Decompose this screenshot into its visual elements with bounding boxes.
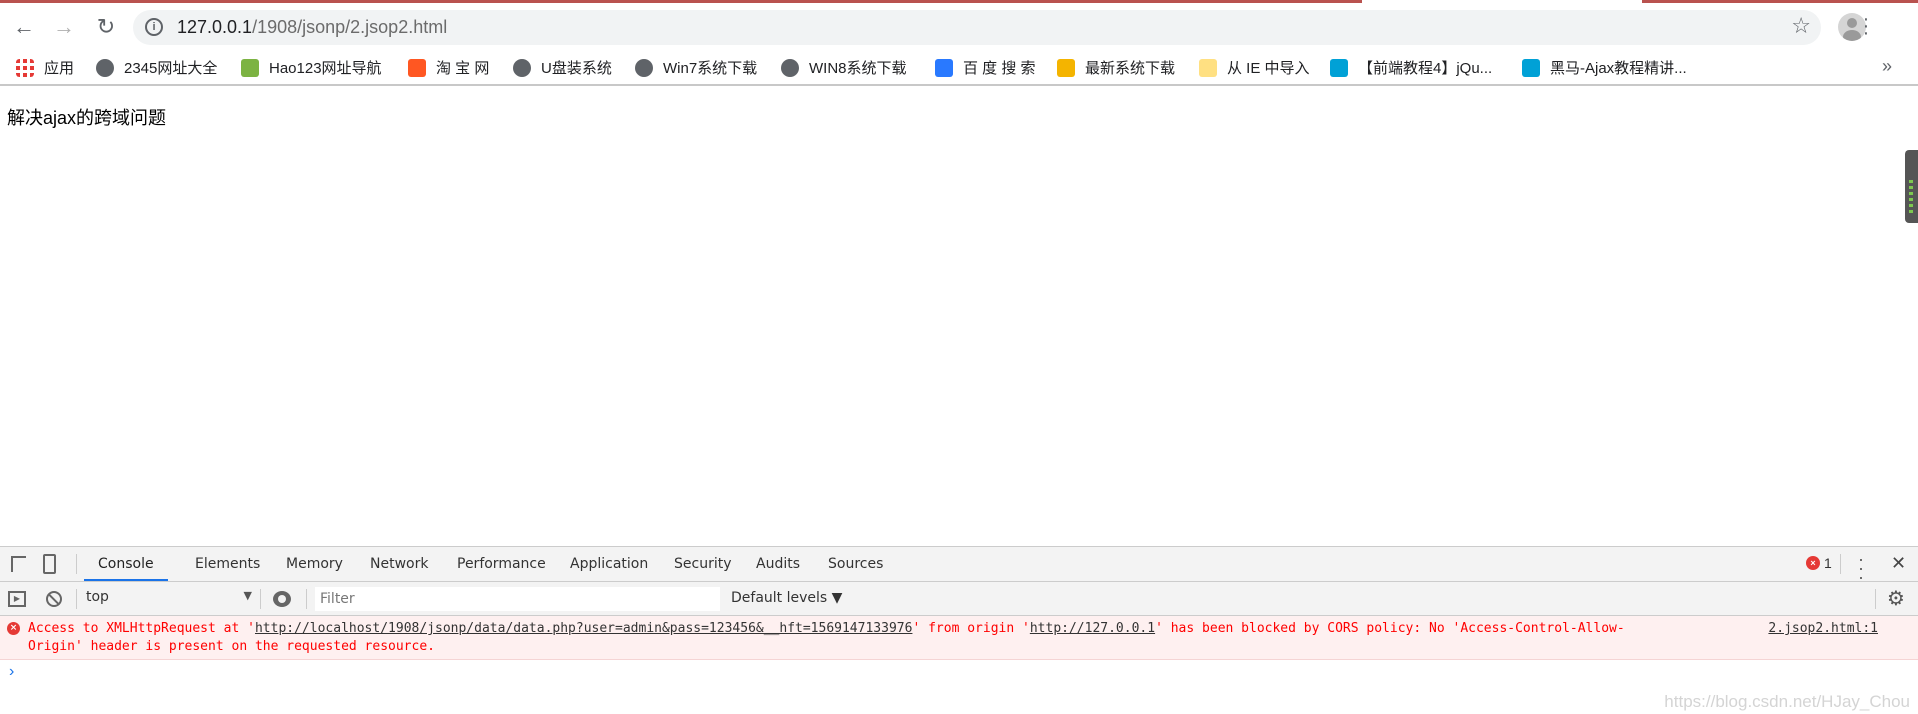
info-icon[interactable]: i bbox=[145, 18, 163, 36]
log-levels-dropdown[interactable]: Default levels ▼ bbox=[731, 590, 842, 606]
address-bar[interactable]: i 127.0.0.1/1908/jsonp/2.jsop2.html ☆ bbox=[133, 10, 1821, 45]
sidebar-toggle-icon[interactable]: ▶ bbox=[8, 591, 26, 607]
bookmark-label: Hao123网址导航 bbox=[269, 60, 382, 77]
url-path: /1908/jsonp/2.jsop2.html bbox=[252, 17, 448, 37]
error-icon: × bbox=[7, 622, 20, 635]
bookmark-item[interactable]: WIN8系统下载 bbox=[781, 57, 907, 78]
error-text: ' has been blocked by CORS policy: No 'A… bbox=[1155, 621, 1625, 636]
bookmark-label: 2345网址大全 bbox=[124, 60, 218, 77]
forward-button[interactable]: → bbox=[48, 11, 80, 43]
bookmark-label: 最新系统下载 bbox=[1085, 60, 1176, 77]
filter-input[interactable]: Filter bbox=[315, 587, 720, 611]
tab-application[interactable]: Application bbox=[570, 547, 648, 581]
tab-security[interactable]: Security bbox=[674, 547, 732, 581]
devtools-panel: × 1 · · · ✕ Console Elements Memory Network Pe… bbox=[0, 546, 1918, 714]
bookmark-item[interactable]: U盘装系统 bbox=[513, 57, 612, 78]
tab-sources[interactable]: Sources bbox=[828, 547, 883, 581]
browser-toolbar: ← → ↻ i 127.0.0.1/1908/jsonp/2.jsop2.htm… bbox=[0, 3, 1918, 49]
tab-network[interactable]: Network bbox=[370, 547, 428, 581]
more-bookmarks-button[interactable]: » bbox=[1882, 56, 1892, 77]
bookmark-item[interactable]: 淘 宝 网 bbox=[408, 57, 489, 78]
bookmark-star-icon[interactable]: ☆ bbox=[1791, 13, 1811, 39]
clear-console-icon[interactable] bbox=[46, 591, 62, 607]
windows-logo-icon bbox=[1057, 58, 1075, 77]
bookmark-item[interactable]: 【前端教程4】jQu... bbox=[1330, 57, 1492, 78]
bookmark-label: 百 度 搜 索 bbox=[963, 60, 1036, 77]
origin-link[interactable]: http://127.0.0.1 bbox=[1030, 621, 1155, 636]
watermark: https://blog.csdn.net/HJay_Chou bbox=[1664, 692, 1910, 711]
error-count[interactable]: 1 bbox=[1824, 555, 1832, 571]
bookmark-item[interactable]: Hao123网址导航 bbox=[241, 57, 382, 78]
bookmark-item[interactable]: 黑马-Ajax教程精讲... bbox=[1522, 57, 1687, 78]
baidu-paw-icon bbox=[935, 58, 953, 77]
bilibili-icon bbox=[1330, 58, 1348, 77]
bookmark-label: 【前端教程4】jQu... bbox=[1358, 60, 1493, 77]
reload-button[interactable]: ↻ bbox=[90, 11, 122, 43]
bilibili-icon bbox=[1522, 58, 1540, 77]
chrome-menu-icon[interactable]: · · · bbox=[1856, 9, 1876, 43]
bookmark-label: 从 IE 中导入 bbox=[1227, 60, 1310, 77]
url-text[interactable]: 127.0.0.1/1908/jsonp/2.jsop2.html bbox=[177, 17, 447, 38]
error-text: ' from origin ' bbox=[912, 621, 1030, 636]
bookmark-item[interactable]: 百 度 搜 索 bbox=[935, 57, 1036, 78]
bookmark-label: Win7系统下载 bbox=[663, 60, 758, 77]
bookmark-item[interactable]: 从 IE 中导入 bbox=[1199, 57, 1310, 78]
url-host: 127.0.0.1 bbox=[177, 17, 253, 37]
back-button[interactable]: ← bbox=[8, 11, 40, 43]
globe-icon bbox=[513, 58, 531, 77]
apps-grid-icon bbox=[16, 58, 34, 77]
inspect-element-icon[interactable] bbox=[11, 556, 26, 572]
bookmark-label: U盘装系统 bbox=[541, 60, 612, 77]
devtools-tabbar: × 1 · · · ✕ Console Elements Memory Network Pe… bbox=[0, 547, 1918, 586]
bookmark-item[interactable]: 应用 bbox=[16, 57, 74, 78]
console-error-message: × Access to XMLHttpRequest at 'http://lo… bbox=[0, 616, 1918, 660]
folder-icon bbox=[1199, 58, 1217, 77]
bookmark-item[interactable]: Win7系统下载 bbox=[635, 57, 757, 78]
context-value: top bbox=[86, 589, 109, 605]
devtools-menu-icon[interactable]: · · · bbox=[1858, 549, 1864, 586]
chevron-down-icon: ▼ bbox=[243, 589, 252, 602]
globe-icon bbox=[781, 58, 799, 77]
context-selector[interactable]: top ▼ bbox=[86, 589, 256, 605]
tab-performance[interactable]: Performance bbox=[457, 547, 546, 581]
bookmark-label: 淘 宝 网 bbox=[436, 60, 490, 77]
source-location-link[interactable]: 2.jsop2.html:1 bbox=[1768, 620, 1878, 638]
tab-audits[interactable]: Audits bbox=[756, 547, 800, 581]
globe-icon bbox=[635, 58, 653, 77]
eye-icon[interactable] bbox=[273, 591, 291, 607]
side-widget[interactable] bbox=[1905, 150, 1918, 223]
bookmark-label: WIN8系统下载 bbox=[809, 60, 907, 77]
tab-console[interactable]: Console bbox=[84, 547, 168, 581]
console-toolbar: ▶ top ▼ Filter Default levels ▼ ⚙ bbox=[0, 582, 1918, 616]
bookmark-item[interactable]: 最新系统下载 bbox=[1057, 57, 1175, 78]
bookmarks-bar: 应用 2345网址大全 Hao123网址导航 淘 宝 网 U盘装系统 Win7系统下载 WI… bbox=[0, 50, 1918, 86]
error-text: Origin' header is present on the request… bbox=[28, 639, 435, 654]
globe-icon bbox=[96, 58, 114, 77]
error-text: Access to XMLHttpRequest at ' bbox=[28, 621, 255, 636]
bookmark-item[interactable]: 2345网址大全 bbox=[96, 57, 217, 78]
tab-memory[interactable]: Memory bbox=[286, 547, 343, 581]
taobao-icon bbox=[408, 58, 426, 77]
page-heading: 解决ajax的跨域问题 bbox=[7, 108, 167, 128]
tab-elements[interactable]: Elements bbox=[195, 547, 260, 581]
error-count-icon[interactable]: × bbox=[1806, 556, 1820, 570]
hao123-icon bbox=[241, 58, 259, 77]
device-toolbar-icon[interactable] bbox=[43, 554, 56, 574]
bookmark-label: 黑马-Ajax教程精讲... bbox=[1550, 60, 1687, 77]
settings-gear-icon[interactable]: ⚙ bbox=[1887, 586, 1905, 611]
request-url-link[interactable]: http://localhost/1908/jsonp/data/data.ph… bbox=[255, 621, 912, 636]
console-prompt[interactable]: › bbox=[9, 663, 14, 681]
close-devtools-icon[interactable]: ✕ bbox=[1891, 553, 1906, 574]
bookmark-label: 应用 bbox=[44, 60, 75, 77]
